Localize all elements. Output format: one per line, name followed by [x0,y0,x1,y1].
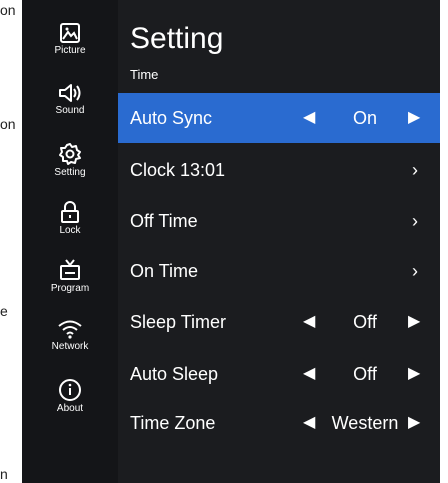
sidebar-item-setting[interactable]: Setting [22,142,118,178]
sidebar-item-about[interactable]: About [22,378,118,414]
sidebar-item-sound[interactable]: Sound [22,82,118,116]
row-label: Auto Sync [130,108,213,128]
sidebar-item-label: Picture [54,45,86,56]
arrow-left-icon[interactable]: ◀ [303,297,315,347]
info-icon [59,379,81,401]
gear-icon [59,143,81,165]
sidebar-item-picture[interactable]: Picture [22,22,118,56]
tv-icon [60,259,80,280]
arrow-right-icon[interactable]: ▶ [408,93,420,143]
row-value: Off [353,312,377,332]
section-subtitle: Time [130,67,159,82]
row-label: Off Time [130,211,198,231]
edge-text: on [0,116,16,132]
edge-text: n [0,466,8,482]
sidebar-item-network[interactable]: Network [22,318,118,352]
speaker-icon [59,84,81,102]
row-label: Clock 13:01 [130,160,226,180]
chevron-right-icon: › [412,160,418,180]
arrow-left-icon[interactable]: ◀ [303,349,315,399]
page-title: Setting [130,22,224,55]
sidebar-item-label: Network [51,341,89,352]
arrow-left-icon[interactable]: ◀ [303,93,315,143]
row-value: Off [353,364,377,384]
row-label: Auto Sleep [130,364,219,384]
picture-icon [60,23,80,43]
row-value: On [352,108,377,128]
menu-row-clock[interactable]: Clock 13:01 › [118,145,440,195]
sidebar-item-program[interactable]: Program [22,258,118,294]
menu-row-auto-sync[interactable]: Auto Sync ◀ On ▶ [118,93,440,143]
row-label: Sleep Timer [130,312,227,332]
chevron-right-icon: › [412,211,418,231]
lock-icon [61,201,79,223]
chevron-right-icon: › [412,261,418,281]
arrow-right-icon[interactable]: ▶ [408,349,420,399]
menu-row-sleep-timer[interactable]: Sleep Timer ◀ Off ▶ [118,297,440,347]
row-value: Western [331,413,399,433]
edge-text: e [0,303,8,319]
sidebar-item-label: Lock [59,225,81,236]
sidebar-item-label: Setting [54,167,86,178]
sidebar-item-label: Program [50,283,90,294]
arrow-right-icon[interactable]: ▶ [408,398,420,448]
menu-row-on-time[interactable]: On Time › [118,246,440,296]
row-label: Time Zone [130,413,216,433]
sidebar-item-lock[interactable]: Lock [22,200,118,236]
menu-row-time-zone[interactable]: Time Zone ◀ Western ▶ [118,398,440,448]
settings-panel: Setting Time Auto Sync ◀ On ▶ Clock 13:0… [118,0,440,483]
row-label: On Time [130,261,199,281]
wifi-icon [58,320,82,339]
arrow-left-icon[interactable]: ◀ [303,398,315,448]
arrow-right-icon[interactable]: ▶ [408,297,420,347]
menu-row-off-time[interactable]: Off Time › [118,196,440,246]
settings-window: Picture Sound Setting Lock Program Netwo… [22,0,440,483]
edge-text: on [0,2,16,18]
sidebar: Picture Sound Setting Lock Program Netwo… [22,0,118,483]
sidebar-item-label: Sound [55,105,85,116]
sidebar-item-label: About [56,403,84,414]
menu-row-auto-sleep[interactable]: Auto Sleep ◀ Off ▶ [118,349,440,399]
